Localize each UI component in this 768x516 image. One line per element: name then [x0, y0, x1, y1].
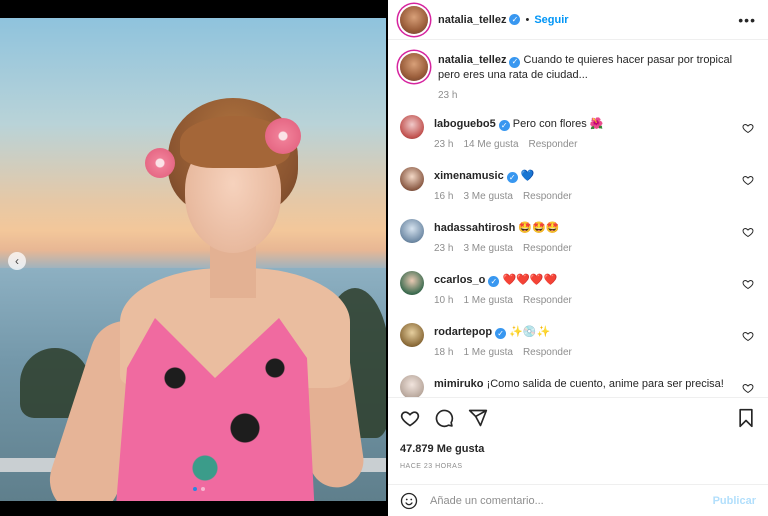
post-caption: natalia_tellez ✓ Cuando te quieres hacer … — [400, 53, 756, 101]
comment-text: ❤️❤️❤️❤️ — [502, 273, 558, 286]
comment-row: laboguebo5 ✓ Pero con flores 🌺 23 h 14 Me… — [400, 114, 756, 150]
comment-row: rodartepop ✓ ✨💿✨ 18 h 1 Me gusta Responde… — [400, 322, 756, 358]
comment-avatar[interactable] — [400, 270, 424, 295]
comment-row: mimiruko ¡Como salida de cuento, anime p… — [400, 374, 756, 397]
post-header: natalia_tellez ✓ • Seguir ••• — [388, 0, 768, 40]
instagram-post-window: ‹ natalia_tellez ✓ • Seguir ••• natalia_… — [0, 0, 768, 516]
comment-username[interactable]: rodartepop — [434, 326, 492, 338]
comment-likes[interactable]: 14 Me gusta — [463, 139, 518, 150]
comment-row: ccarlos_o ✓ ❤️❤️❤️❤️ 10 h 1 Me gusta Resp… — [400, 270, 756, 306]
comment-time: 10 h — [434, 294, 454, 306]
post-actions: 47.879 Me gusta HACE 23 HORAS — [388, 397, 768, 470]
comment-avatar[interactable] — [400, 218, 424, 243]
heart-icon[interactable] — [742, 330, 754, 342]
verified-badge-icon: ✓ — [506, 171, 518, 183]
comment-avatar[interactable] — [400, 166, 424, 191]
verified-badge-icon: ✓ — [488, 275, 500, 287]
more-options-button[interactable]: ••• — [738, 12, 756, 28]
post-sidebar: natalia_tellez ✓ • Seguir ••• natalia_te… — [388, 0, 768, 516]
caption-time: 23 h — [438, 89, 458, 101]
chevron-left-icon[interactable]: ‹ — [8, 252, 26, 270]
comment-username[interactable]: hadassahtirosh — [434, 222, 515, 234]
comment-likes[interactable]: 1 Me gusta — [463, 295, 512, 306]
heart-icon[interactable] — [742, 382, 754, 394]
likes-count[interactable]: 47.879 Me gusta — [400, 443, 756, 455]
heart-icon[interactable] — [742, 174, 754, 186]
carousel-dot — [201, 487, 205, 491]
heart-icon[interactable] — [742, 226, 754, 238]
comment-time: 23 h — [434, 138, 454, 150]
caption-avatar[interactable] — [400, 53, 428, 81]
share-icon[interactable] — [468, 408, 488, 428]
comment-likes[interactable]: 1 Me gusta — [463, 347, 512, 358]
follow-button[interactable]: Seguir — [534, 14, 568, 26]
comment-username[interactable]: ccarlos_o — [434, 274, 485, 286]
bookmark-icon[interactable] — [736, 408, 756, 428]
comment-time: 23 h — [434, 242, 454, 254]
comment-input[interactable] — [430, 494, 713, 507]
comment-icon[interactable] — [434, 408, 454, 428]
reply-button[interactable]: Responder — [523, 191, 572, 202]
flower-left — [145, 148, 175, 178]
author-avatar[interactable] — [400, 5, 428, 34]
comment-avatar[interactable] — [400, 322, 424, 347]
heart-icon[interactable] — [742, 278, 754, 290]
post-photo[interactable] — [0, 18, 386, 501]
header-separator: • — [525, 13, 530, 26]
action-icons — [400, 406, 756, 430]
carousel-dots — [193, 487, 205, 491]
verified-badge-icon: ✓ — [509, 56, 521, 68]
comment-time: 16 h — [434, 190, 454, 202]
carousel-dot-active — [193, 487, 197, 491]
comment-row: hadassahtirosh 🤩🤩🤩 23 h 3 Me gusta Respo… — [400, 218, 756, 254]
comment-username[interactable]: ximenamusic — [434, 170, 504, 182]
reply-button[interactable]: Responder — [523, 295, 572, 306]
comment-username[interactable]: laboguebo5 — [434, 118, 496, 130]
reply-button[interactable]: Responder — [523, 347, 572, 358]
comment-avatar[interactable] — [400, 374, 424, 397]
comment-text: ¡Como salida de cuento, anime para ser p… — [486, 377, 724, 390]
comment-text: ✨💿✨ — [509, 325, 551, 338]
comment-composer: Publicar — [388, 484, 768, 516]
comment-username[interactable]: mimiruko — [434, 378, 484, 390]
verified-badge-icon: ✓ — [498, 119, 510, 131]
post-timestamp: HACE 23 HORAS — [400, 463, 463, 470]
emoji-icon[interactable] — [400, 492, 418, 510]
comment-avatar[interactable] — [400, 114, 424, 139]
comment-text: 💙 — [520, 169, 535, 182]
heart-icon[interactable] — [742, 122, 754, 134]
publish-button[interactable]: Publicar — [713, 495, 756, 507]
post-media: ‹ — [0, 0, 388, 516]
caption-username[interactable]: natalia_tellez — [438, 54, 506, 66]
verified-badge-icon: ✓ — [495, 327, 507, 339]
verified-badge-icon: ✓ — [509, 14, 521, 25]
comment-text: Pero con flores 🌺 — [512, 117, 604, 130]
heart-icon[interactable] — [400, 408, 420, 428]
comment-time: 18 h — [434, 346, 454, 358]
comment-row: ximenamusic ✓ 💙 16 h 3 Me gusta Responder — [400, 166, 756, 202]
author-username[interactable]: natalia_tellez — [438, 14, 506, 26]
reply-button[interactable]: Responder — [523, 243, 572, 254]
comment-likes[interactable]: 3 Me gusta — [463, 243, 512, 254]
flower-right — [265, 118, 301, 154]
reply-button[interactable]: Responder — [529, 139, 578, 150]
comment-text: 🤩🤩🤩 — [518, 221, 560, 234]
comments-list[interactable]: natalia_tellez ✓ Cuando te quieres hacer … — [388, 41, 768, 397]
comment-likes[interactable]: 3 Me gusta — [463, 191, 512, 202]
